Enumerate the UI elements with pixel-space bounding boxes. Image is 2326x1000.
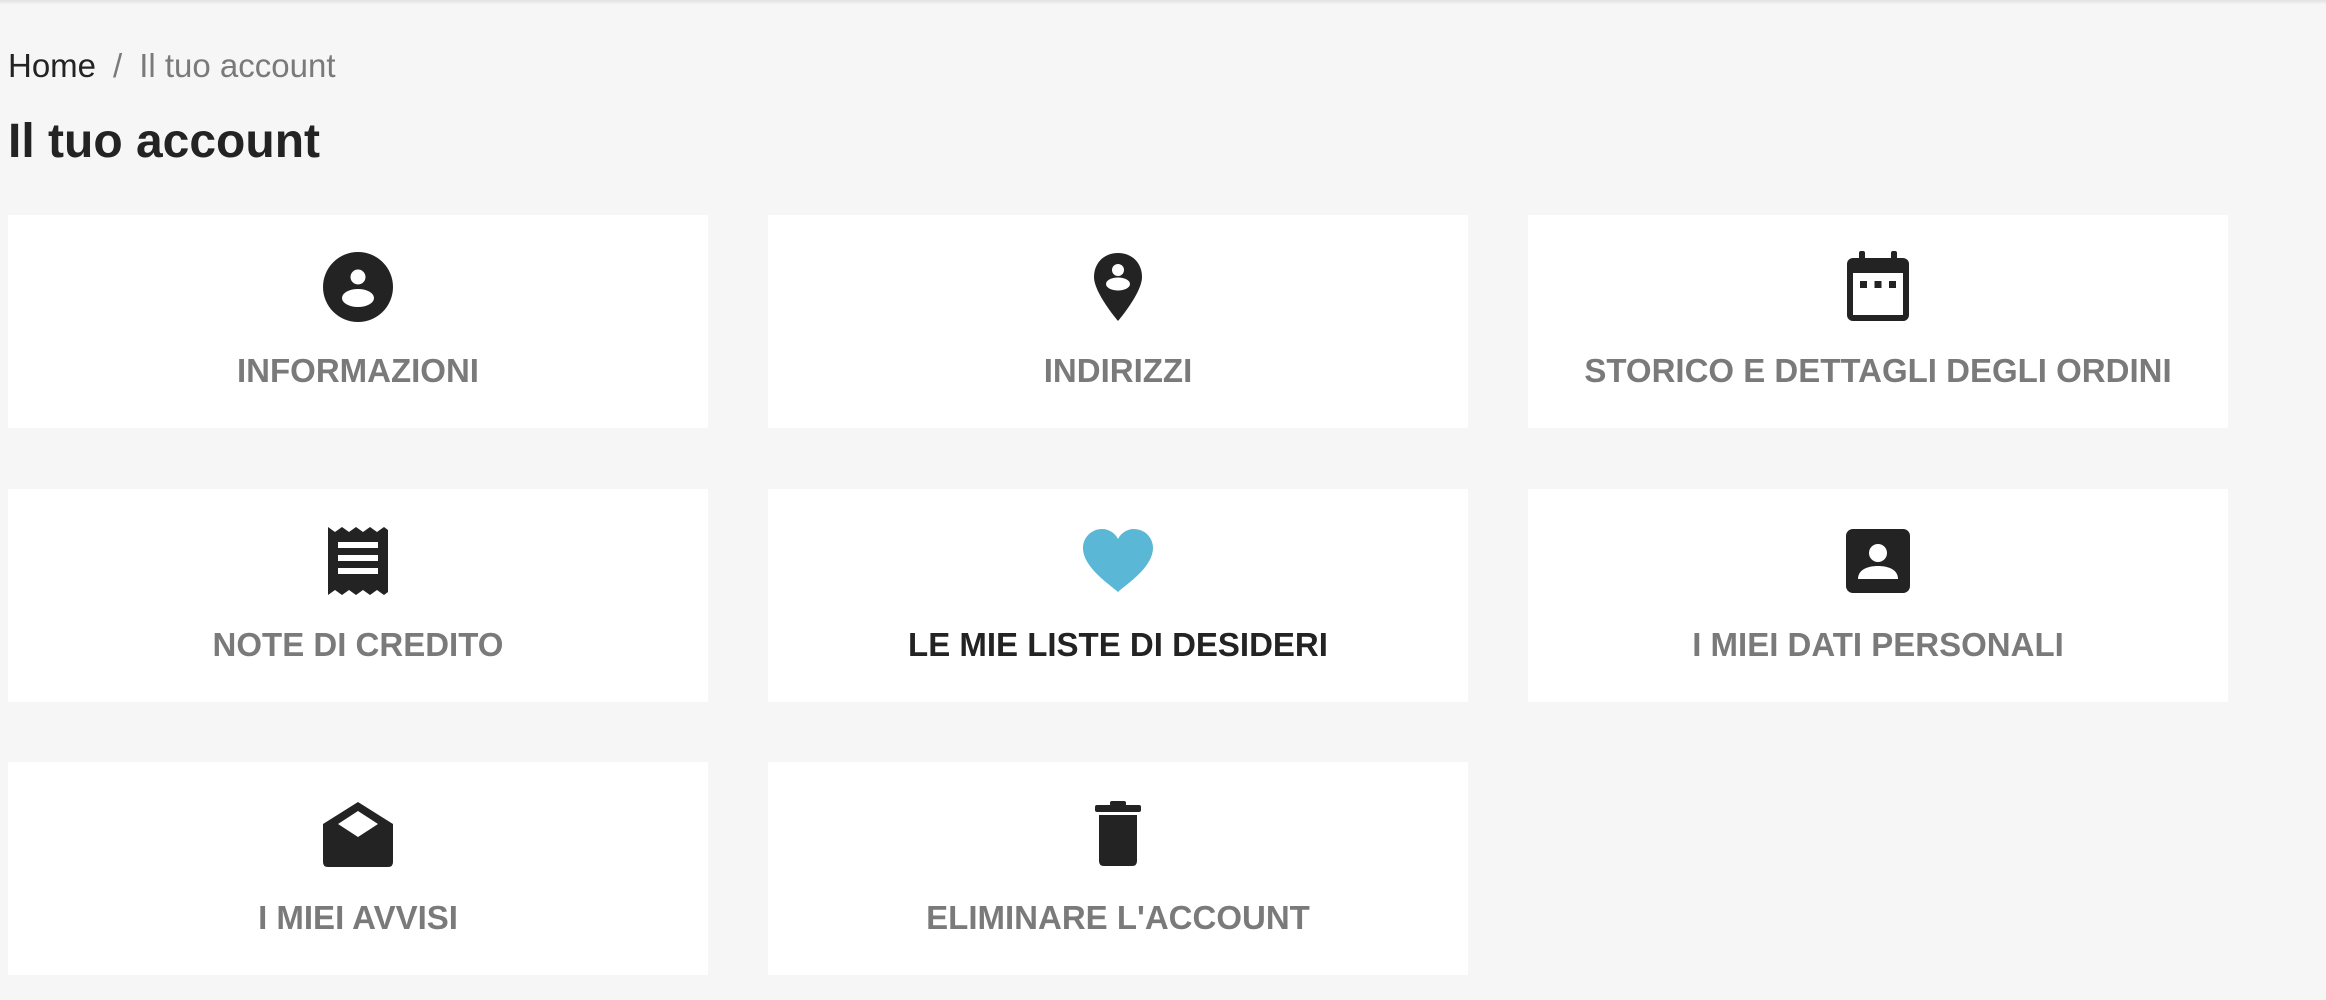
open-envelope-icon <box>8 798 708 870</box>
breadcrumb-home-link[interactable]: Home <box>8 44 96 88</box>
account-link-note-credito[interactable]: NOTE DI CREDITO <box>8 489 708 702</box>
top-divider <box>0 0 2326 4</box>
account-link-indirizzi[interactable]: INDIRIZZI <box>768 215 1468 428</box>
account-link-label: ELIMINARE L'ACCOUNT <box>926 899 1310 936</box>
account-link-label: STORICO E DETTAGLI DEGLI ORDINI <box>1584 352 2172 389</box>
breadcrumb-separator: / <box>113 47 123 84</box>
account-link-storico-ordini[interactable]: STORICO E DETTAGLI DEGLI ORDINI <box>1528 215 2228 428</box>
trash-icon <box>768 798 1468 870</box>
heart-icon <box>768 525 1468 597</box>
account-link-label: INFORMAZIONI <box>237 352 479 389</box>
account-link-label: INDIRIZZI <box>1043 352 1193 389</box>
breadcrumb-current: Il tuo account <box>139 47 336 84</box>
account-link-informazioni[interactable]: INFORMAZIONI <box>8 215 708 428</box>
account-link-avvisi[interactable]: I MIEI AVVISI <box>8 762 708 975</box>
account-link-label: LE MIE LISTE DI DESIDERI <box>908 626 1328 663</box>
account-link-label: I MIEI AVVISI <box>258 899 458 936</box>
account-link-liste-desideri[interactable]: LE MIE LISTE DI DESIDERI <box>768 489 1468 702</box>
breadcrumb: Home / Il tuo account <box>8 44 336 88</box>
calendar-icon <box>1528 251 2228 323</box>
account-link-eliminare-account[interactable]: ELIMINARE L'ACCOUNT <box>768 762 1468 975</box>
account-link-label: I MIEI DATI PERSONALI <box>1692 626 2064 663</box>
location-pin-icon <box>768 251 1468 323</box>
account-link-label: NOTE DI CREDITO <box>212 626 504 663</box>
page-title: Il tuo account <box>8 115 320 168</box>
receipt-icon <box>8 525 708 597</box>
account-circle-icon <box>8 251 708 323</box>
contact-badge-icon <box>1528 525 2228 597</box>
account-link-dati-personali[interactable]: I MIEI DATI PERSONALI <box>1528 489 2228 702</box>
